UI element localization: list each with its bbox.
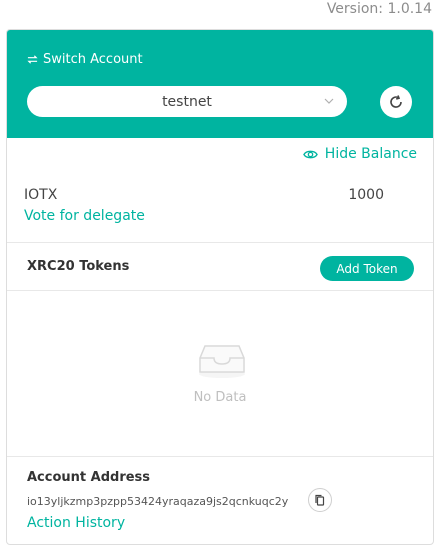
copy-icon <box>315 494 325 506</box>
copy-address-button[interactable] <box>308 488 332 512</box>
swap-icon <box>27 55 38 64</box>
account-address-value: io13yljkzmp3pzpp53424yraqaza9js2qcnkuqc2… <box>27 495 289 508</box>
eye-icon <box>302 150 318 158</box>
hide-balance-label: Hide Balance <box>324 146 417 162</box>
no-data-text: No Data <box>193 390 247 405</box>
refresh-icon <box>390 95 402 108</box>
hide-balance-toggle[interactable]: Hide Balance <box>302 146 417 162</box>
account-address-label: Account Address <box>27 470 151 485</box>
refresh-button[interactable] <box>380 86 412 118</box>
account-header: Switch Account testnet <box>7 30 433 138</box>
divider <box>7 290 433 291</box>
version-label: Version: 1.0.14 <box>326 1 432 17</box>
switch-account-label: Switch Account <box>43 52 143 67</box>
wallet-card: Switch Account testnet Hide Balance IOTX… <box>6 29 434 545</box>
network-value: testnet <box>162 93 212 110</box>
divider <box>7 456 433 457</box>
network-select[interactable]: testnet <box>27 86 347 117</box>
token-balance: 1000 <box>348 187 384 203</box>
chevron-down-icon <box>324 98 334 104</box>
add-token-button[interactable]: Add Token <box>320 256 414 281</box>
xrc20-title: XRC20 Tokens <box>27 259 130 274</box>
vote-delegate-link[interactable]: Vote for delegate <box>24 208 145 224</box>
switch-account-button[interactable]: Switch Account <box>27 52 143 67</box>
action-history-link[interactable]: Action History <box>27 515 125 531</box>
token-symbol: IOTX <box>24 187 58 203</box>
divider <box>7 242 433 243</box>
empty-inbox-icon <box>199 345 245 378</box>
